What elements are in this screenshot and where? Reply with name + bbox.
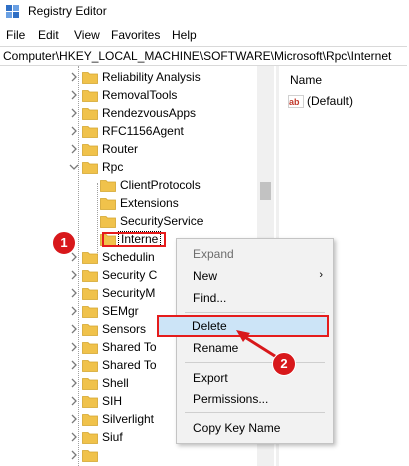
- tree-node-label: Shared To: [102, 358, 157, 372]
- folder-icon: [82, 396, 98, 408]
- folder-icon: [100, 216, 116, 228]
- chevron-right-icon[interactable]: [68, 358, 80, 372]
- tree-node-label: Shared To: [102, 340, 157, 354]
- annotation-highlight-box: [102, 232, 166, 247]
- chevron-right-icon[interactable]: [68, 430, 80, 444]
- folder-icon: [82, 450, 98, 462]
- tree-node[interactable]: RendezvousApps: [68, 105, 268, 123]
- folder-icon: [82, 306, 98, 318]
- annotation-step-2: 2: [272, 352, 296, 376]
- tree-node-label: SEMgr: [102, 304, 139, 318]
- tree-node-label: Sensors: [102, 322, 147, 336]
- folder-icon: [82, 360, 98, 372]
- folder-icon: [82, 72, 98, 84]
- chevron-right-icon[interactable]: [68, 376, 80, 390]
- folder-icon: [82, 108, 98, 120]
- tree-node[interactable]: RemovalTools: [68, 87, 268, 105]
- folder-icon: [82, 288, 98, 300]
- annotation-step-1: 1: [52, 231, 76, 255]
- ctx-permissions[interactable]: Permissions...: [193, 392, 268, 406]
- ctx-copy-key-name[interactable]: Copy Key Name: [193, 421, 280, 435]
- chevron-down-icon[interactable]: [68, 160, 80, 174]
- tree-node-label: SecurityService: [120, 214, 204, 228]
- folder-icon: [82, 144, 98, 156]
- menu-help[interactable]: Help: [172, 28, 197, 42]
- folder-icon: [82, 414, 98, 426]
- tree-node-label: Security C: [102, 268, 158, 282]
- ctx-new[interactable]: New: [193, 269, 217, 283]
- folder-icon: [82, 324, 98, 336]
- tree-node-label: RFC1156Agent: [102, 124, 184, 138]
- chevron-right-icon[interactable]: [68, 142, 80, 156]
- tree-node[interactable]: SecurityService: [86, 213, 276, 231]
- ctx-export[interactable]: Export: [193, 371, 228, 385]
- column-header-name[interactable]: Name: [290, 73, 322, 87]
- folder-icon: [82, 378, 98, 390]
- address-path: Computer\HKEY_LOCAL_MACHINE\SOFTWARE\Mic…: [3, 49, 392, 63]
- folder-icon: [82, 270, 98, 282]
- registry-editor-icon: [6, 5, 19, 18]
- string-value-icon: ab: [288, 95, 304, 108]
- ctx-expand[interactable]: Expand: [193, 247, 234, 261]
- chevron-right-icon[interactable]: [68, 304, 80, 318]
- tree-node-label: Extensions: [120, 196, 179, 210]
- chevron-right-icon[interactable]: [68, 88, 80, 102]
- folder-icon: [82, 252, 98, 264]
- folder-icon: [82, 432, 98, 444]
- tree-node[interactable]: Rpc: [68, 159, 268, 177]
- menu-file[interactable]: File: [6, 28, 25, 42]
- tree-node-label: Shell: [102, 376, 129, 390]
- chevron-right-icon[interactable]: [68, 322, 80, 336]
- title-bar: Registry Editor: [0, 0, 409, 24]
- menu-bar: File Edit View Favorites Help: [0, 25, 409, 45]
- tree-node-label: Router: [102, 142, 139, 156]
- tree-node-label: Rpc: [102, 160, 124, 174]
- tree-node[interactable]: [68, 447, 268, 465]
- tree-node-label: SecurityM: [102, 286, 156, 300]
- tree-node-label: Silverlight: [102, 412, 155, 426]
- context-menu: Expand New › Find... Rename Export Permi…: [176, 238, 334, 444]
- tree-node[interactable]: Reliability Analysis: [68, 69, 268, 87]
- tree-node-label: RendezvousApps: [102, 106, 197, 120]
- tree-node-label: Siuf: [102, 430, 123, 444]
- tree-node-label: Schedulin: [102, 250, 155, 264]
- value-name: (Default): [307, 94, 354, 108]
- folder-icon: [100, 180, 116, 192]
- address-bar[interactable]: Computer\HKEY_LOCAL_MACHINE\SOFTWARE\Mic…: [0, 46, 407, 66]
- chevron-right-icon[interactable]: [68, 286, 80, 300]
- chevron-right-icon[interactable]: [68, 70, 80, 84]
- chevron-right-icon[interactable]: [68, 340, 80, 354]
- ctx-delete[interactable]: Delete: [157, 315, 329, 337]
- tree-node-label: ClientProtocols: [120, 178, 201, 192]
- chevron-right-icon[interactable]: [68, 448, 80, 462]
- chevron-right-icon[interactable]: [68, 106, 80, 120]
- tree-node[interactable]: RFC1156Agent: [68, 123, 268, 141]
- tree-node-label: Reliability Analysis: [102, 70, 201, 84]
- menu-edit[interactable]: Edit: [38, 28, 59, 42]
- submenu-arrow-icon: ›: [319, 269, 323, 281]
- tree-node[interactable]: Router: [68, 141, 268, 159]
- scrollbar-thumb[interactable]: [260, 182, 271, 200]
- ctx-rename[interactable]: Rename: [193, 341, 238, 355]
- tree-node[interactable]: Extensions: [86, 195, 276, 213]
- window-title: Registry Editor: [28, 4, 107, 18]
- chevron-right-icon[interactable]: [68, 394, 80, 408]
- chevron-right-icon[interactable]: [68, 268, 80, 282]
- folder-icon: [82, 162, 98, 174]
- tree-node[interactable]: ClientProtocols: [86, 177, 276, 195]
- chevron-right-icon[interactable]: [68, 412, 80, 426]
- folder-icon: [82, 342, 98, 354]
- menu-view[interactable]: View: [74, 28, 100, 42]
- folder-icon: [82, 126, 98, 138]
- tree-node-label: SIH: [102, 394, 123, 408]
- tree-node-label: RemovalTools: [102, 88, 178, 102]
- ctx-delete-label: Delete: [192, 319, 227, 333]
- svg-text:ab: ab: [289, 97, 300, 107]
- menu-favorites[interactable]: Favorites: [111, 28, 160, 42]
- folder-icon: [82, 90, 98, 102]
- chevron-right-icon[interactable]: [68, 124, 80, 138]
- folder-icon: [100, 198, 116, 210]
- ctx-find[interactable]: Find...: [193, 291, 226, 305]
